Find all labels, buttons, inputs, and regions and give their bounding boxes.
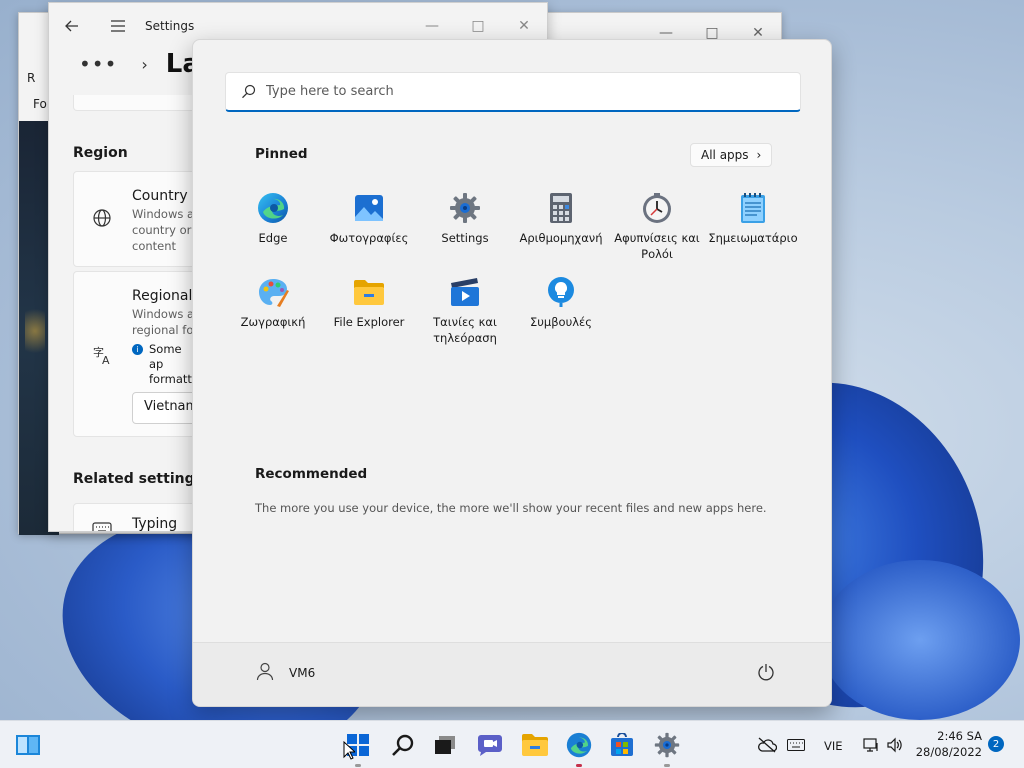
- language-indicator[interactable]: VIE: [824, 739, 843, 753]
- minimize-icon[interactable]: —: [409, 11, 455, 41]
- movies-tv-icon: [449, 276, 481, 308]
- pinned-app-notepad[interactable]: Σημειωματάριο: [705, 188, 801, 272]
- close-icon[interactable]: ✕: [501, 11, 547, 41]
- pinned-app-settings[interactable]: Settings: [417, 188, 513, 272]
- clock[interactable]: 2:46 SA 28/08/2022: [912, 728, 982, 760]
- volume-icon[interactable]: [881, 731, 909, 759]
- onedrive-offline-icon[interactable]: [753, 731, 781, 759]
- notepad-icon: [737, 192, 769, 224]
- search-icon: [240, 84, 256, 100]
- app-label: Ταινίες και τηλεόραση: [433, 315, 497, 345]
- chat-icon[interactable]: [476, 731, 504, 759]
- calculator-icon: [545, 192, 577, 224]
- user-name: VM6: [289, 665, 316, 680]
- info-message: i Some ap formatti: [132, 342, 199, 387]
- wallpaper-bloom: [820, 560, 1020, 720]
- search-box[interactable]: [225, 72, 801, 112]
- pinned-app-tips[interactable]: Συμβουλές: [513, 272, 609, 356]
- user-avatar-icon: [255, 661, 275, 684]
- start-menu[interactable]: Pinned All apps › Edge Φωτογραφίες Setti…: [192, 39, 832, 707]
- pinned-app-clock[interactable]: Αφυπνίσεις και Ρολόι: [609, 188, 705, 272]
- app-label: File Explorer: [333, 315, 405, 329]
- region-heading: Region: [73, 145, 128, 161]
- chevron-right-icon: ›: [756, 148, 762, 162]
- file-explorer-icon[interactable]: [521, 731, 549, 759]
- all-apps-button[interactable]: All apps ›: [690, 143, 773, 167]
- taskbar: VIE 2:46 SA 28/08/2022: [0, 720, 1024, 768]
- search-input[interactable]: [266, 84, 766, 99]
- search-icon[interactable]: [389, 731, 417, 759]
- related-settings-heading: Related settings: [73, 471, 203, 487]
- maximize-icon[interactable]: □: [455, 11, 501, 41]
- chevron-right-icon: ›: [141, 54, 148, 74]
- tips-lightbulb-icon: [545, 276, 577, 308]
- clock-date: 28/08/2022: [915, 745, 982, 759]
- pinned-app-movies[interactable]: Ταινίες και τηλεόραση: [417, 272, 513, 356]
- power-icon[interactable]: [757, 663, 775, 684]
- country-title: Country o: [132, 188, 201, 204]
- recommended-heading: Recommended: [255, 466, 368, 482]
- settings-app-icon[interactable]: [653, 731, 681, 767]
- edge-icon: [257, 192, 289, 224]
- svg-text:A: A: [102, 354, 110, 366]
- app-label: Settings: [441, 231, 489, 245]
- info-icon: i: [132, 344, 143, 355]
- notification-badge[interactable]: 2: [988, 736, 1004, 752]
- mouse-cursor-icon: [343, 740, 357, 763]
- app-label: Ζωγραφική: [240, 315, 306, 329]
- all-apps-label: All apps: [701, 148, 749, 162]
- clock-time: 2:46 SA: [937, 729, 982, 743]
- pinned-app-edge[interactable]: Edge: [225, 188, 321, 272]
- photos-icon: [353, 192, 385, 224]
- pinned-app-paint[interactable]: Ζωγραφική: [225, 272, 321, 356]
- pinned-app-photos[interactable]: Φωτογραφίες: [321, 188, 417, 272]
- breadcrumb-more-icon[interactable]: •••: [79, 52, 117, 76]
- task-view-icon[interactable]: [431, 731, 459, 759]
- app-label: Edge: [258, 231, 288, 245]
- widgets-icon[interactable]: [14, 731, 42, 759]
- folder-icon: [353, 276, 385, 308]
- pinned-app-file-explorer[interactable]: File Explorer: [321, 272, 417, 356]
- language-format-icon: 字A: [92, 344, 114, 371]
- keyboard-icon: [92, 520, 112, 531]
- user-account-button[interactable]: VM6: [255, 661, 315, 684]
- settings-gear-icon: [449, 192, 481, 224]
- start-menu-footer: VM6: [193, 642, 831, 706]
- recommended-message: The more you use your device, the more w…: [255, 501, 767, 515]
- alarm-clock-icon: [641, 192, 673, 224]
- app-label: Φωτογραφίες: [329, 231, 409, 245]
- paint-icon: [257, 276, 289, 308]
- app-label: Σημειωματάριο: [708, 231, 798, 245]
- hamburger-menu-icon[interactable]: [95, 3, 141, 49]
- pinned-app-calculator[interactable]: Αριθμομηχανή: [513, 188, 609, 272]
- pinned-heading: Pinned: [255, 146, 308, 162]
- settings-title: Settings: [145, 19, 195, 33]
- microsoft-store-icon[interactable]: [608, 731, 636, 759]
- back-arrow-icon[interactable]: [49, 3, 95, 49]
- globe-icon: [92, 208, 112, 233]
- background-window-text: R: [27, 71, 36, 85]
- app-label: Αριθμομηχανή: [519, 231, 603, 245]
- edge-browser-icon[interactable]: [565, 731, 593, 767]
- app-label: Αφυπνίσεις και Ρολόι: [614, 231, 700, 261]
- app-label: Συμβουλές: [529, 315, 593, 329]
- keyboard-icon[interactable]: [782, 731, 810, 759]
- typing-label: Typing: [132, 516, 178, 532]
- pinned-apps-grid: Edge Φωτογραφίες Settings Αριθμομηχανή Α…: [225, 188, 801, 356]
